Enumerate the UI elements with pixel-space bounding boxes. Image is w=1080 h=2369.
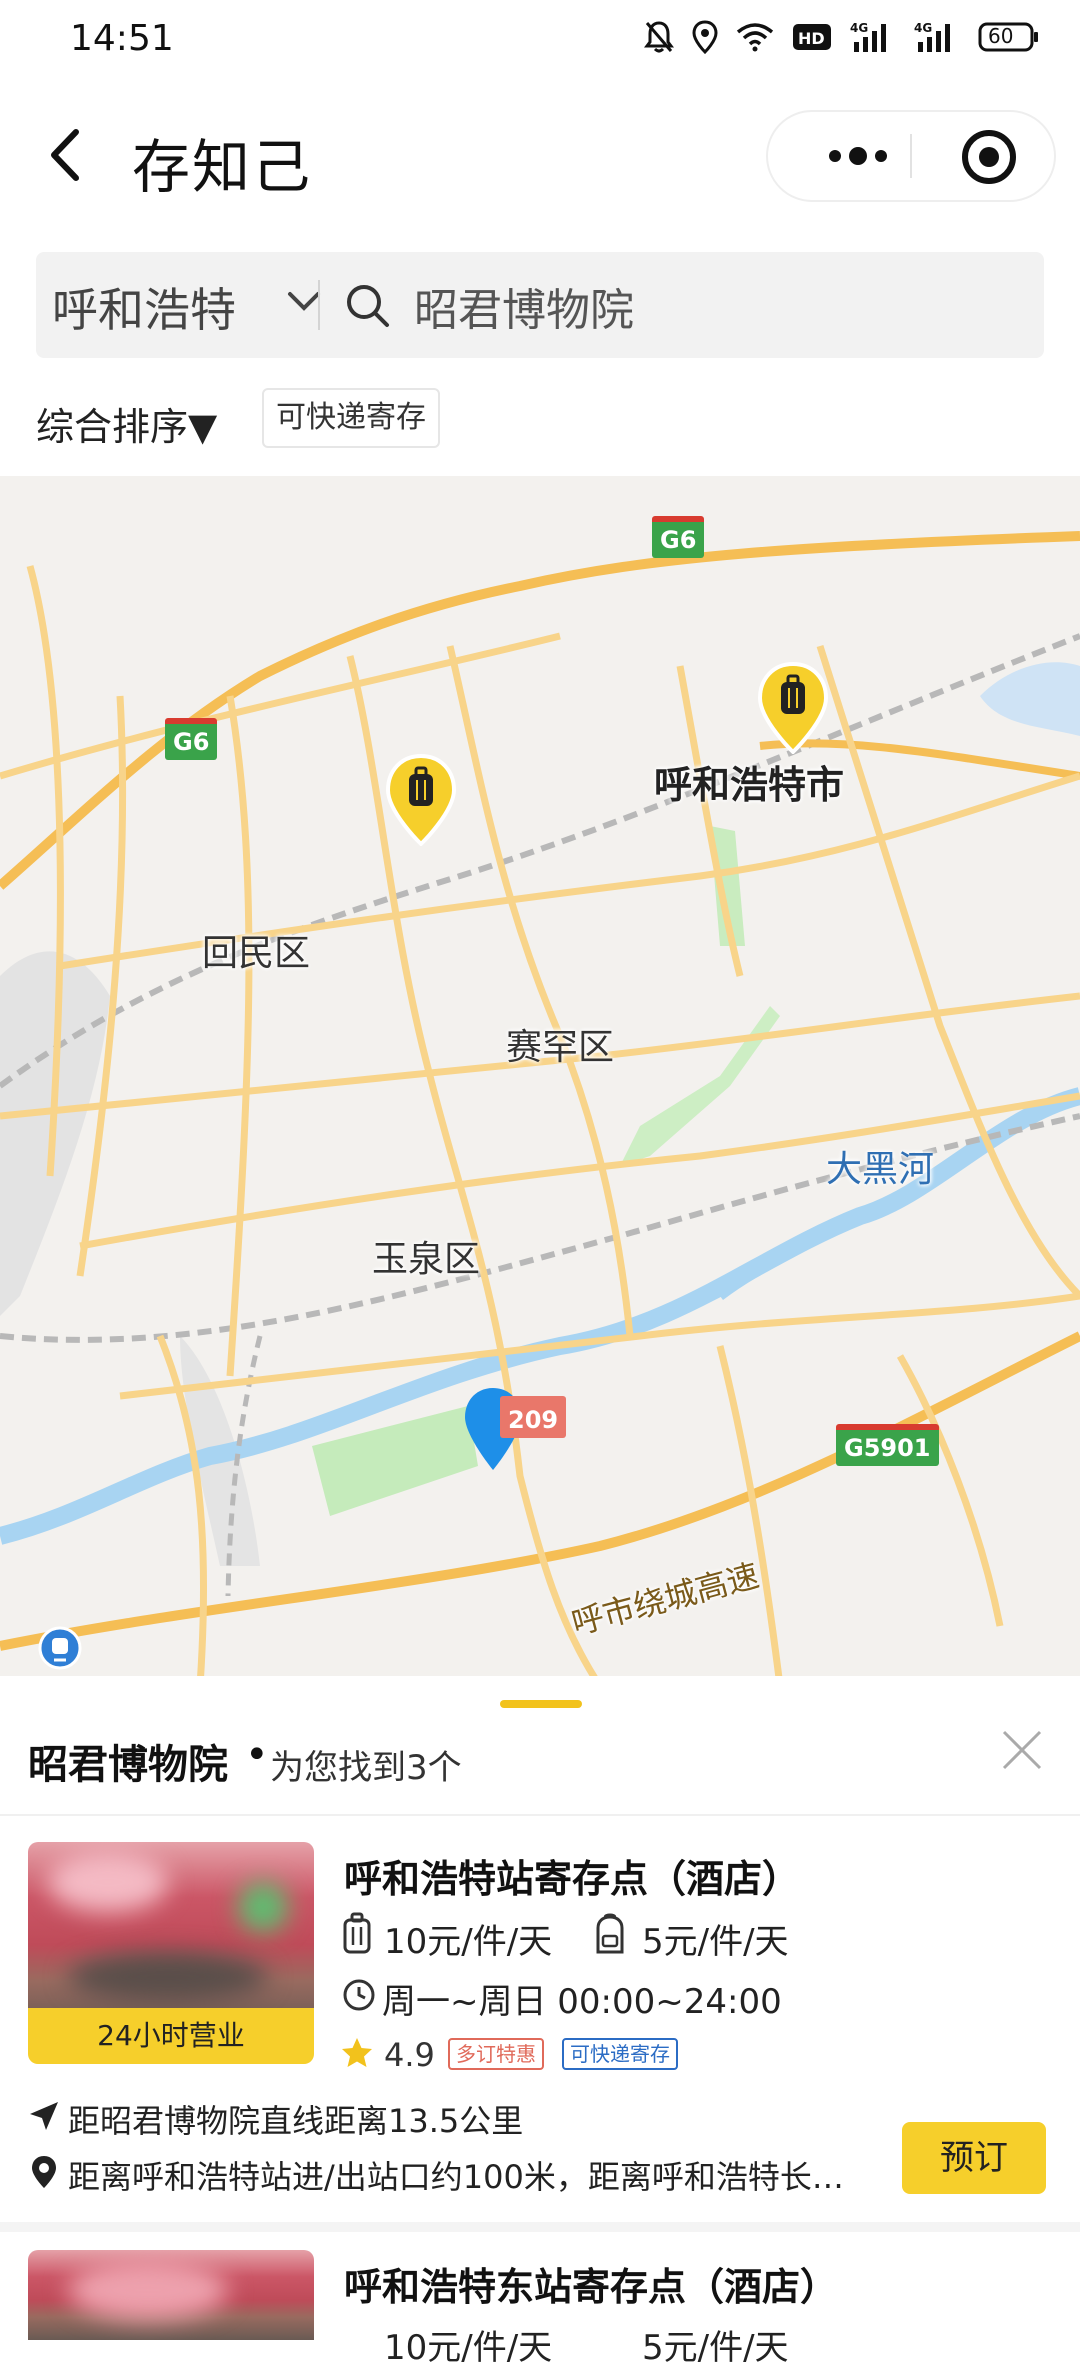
train-station-icon (38, 1626, 82, 1670)
card-divider (0, 2222, 1080, 2232)
more-button[interactable] (808, 112, 908, 200)
highway-shield: G6 (652, 516, 705, 558)
filter-bar: 综合排序▼ 可快递寄存 (0, 380, 1080, 460)
map-view[interactable]: G6 G6 G5901 209 呼和浩特市 回民区 赛罕区 玉泉区 大黑河 呼市… (0, 476, 1080, 1686)
target-icon (962, 130, 1016, 184)
express-storage-filter-chip[interactable]: 可快递寄存 (262, 388, 440, 448)
map-label-district: 回民区 (202, 933, 311, 974)
more-dot-icon (829, 150, 841, 162)
highway-shield: G6 (165, 718, 218, 760)
clock-icon (342, 1978, 376, 2016)
luggage-price: 10元/件/天 (384, 2328, 553, 2368)
bell-off-icon (644, 20, 674, 54)
road-shield: 209 (500, 1396, 567, 1438)
title-bar: 存知己 (0, 90, 1080, 220)
luggage-icon (342, 1912, 372, 1960)
search-input[interactable]: 昭君博物院 (414, 274, 634, 338)
store-thumbnail (28, 2250, 314, 2340)
results-count: 为您找到3个 (270, 1748, 462, 1788)
search-icon (344, 282, 392, 334)
close-icon (1002, 1730, 1042, 1770)
bag-price: 5元/件/天 (642, 2328, 789, 2368)
mini-program-capsule (766, 110, 1056, 202)
wifi-icon (736, 22, 774, 52)
luggage-price: 10元/件/天 (384, 1922, 553, 1962)
search-bar: 呼和浩特 昭君博物院 (36, 252, 1044, 358)
close-program-button[interactable] (960, 128, 1018, 190)
store-name[interactable]: 呼和浩特东站寄存点（酒店） (344, 2256, 838, 2311)
luggage-storage-pin[interactable] (384, 754, 458, 846)
store-thumbnail (28, 1842, 314, 2028)
navigation-arrow-icon (28, 2100, 60, 2136)
address-text: 距离呼和浩特站进/出站口约100米，距离呼和浩特长… (68, 2158, 844, 2196)
back-arrow-icon (51, 129, 79, 181)
sort-dropdown[interactable]: 综合排序▼ (36, 396, 217, 451)
express-tag: 可快递寄存 (562, 2038, 678, 2070)
more-dot-icon (875, 150, 887, 162)
signal-4g-icon: 4G (850, 20, 896, 54)
promo-tag: 多订特惠 (448, 2038, 544, 2070)
map-canvas[interactable] (0, 476, 1080, 1686)
close-button[interactable] (1000, 1728, 1044, 1776)
results-title: 昭君博物院 (28, 1742, 228, 1788)
opening-hours: 周一~周日 00:00~24:00 (382, 1982, 782, 2022)
results-separator: • (245, 1732, 269, 1778)
map-label-city: 呼和浩特市 (654, 763, 845, 807)
star-icon (340, 2036, 374, 2074)
search-divider (318, 280, 320, 330)
signal-4g-icon: 4G (914, 20, 960, 54)
more-dot-icon (849, 147, 867, 165)
store-rating: 4.9 (384, 2036, 435, 2074)
svg-text:4G: 4G (914, 21, 932, 35)
svg-text:4G: 4G (850, 21, 868, 35)
distance-text: 距昭君博物院直线距离13.5公里 (68, 2102, 524, 2140)
capsule-divider (910, 134, 912, 178)
book-button[interactable]: 预订 (902, 2122, 1046, 2194)
backpack-icon (592, 1912, 628, 1960)
sheet-divider (0, 1814, 1080, 1816)
bag-price: 5元/件/天 (642, 1922, 789, 1962)
hd-icon: HD (792, 22, 832, 52)
results-sheet: 昭君博物院 • 为您找到3个 24小时营业 呼和浩特站寄存点（酒店） 10元/件… (0, 1676, 1080, 2368)
luggage-storage-pin[interactable] (756, 662, 830, 754)
highway-shield: G5901 (836, 1424, 939, 1466)
chevron-down-icon[interactable] (286, 290, 322, 318)
status-icons: HD 4G 4G 60 (644, 20, 1040, 54)
map-label-district: 玉泉区 (372, 1239, 481, 1280)
city-selector[interactable]: 呼和浩特 (52, 274, 236, 340)
svg-text:HD: HD (798, 29, 825, 48)
back-button[interactable] (40, 120, 96, 190)
location-icon (692, 20, 718, 54)
open-24h-badge: 24小时营业 (28, 2008, 314, 2064)
battery-level: 60 (988, 24, 1014, 48)
page-title: 存知己 (132, 133, 313, 201)
map-label-district: 赛罕区 (506, 1027, 615, 1068)
map-label-river: 大黑河 (826, 1149, 935, 1190)
sheet-drag-handle[interactable] (500, 1700, 582, 1708)
status-bar: 14:51 HD 4G 4G 60 (0, 0, 1080, 80)
store-name[interactable]: 呼和浩特站寄存点（酒店） (344, 1848, 800, 1903)
status-time: 14:51 (70, 18, 174, 59)
battery-icon: 60 (978, 21, 1040, 53)
location-pin-icon (30, 2154, 58, 2194)
